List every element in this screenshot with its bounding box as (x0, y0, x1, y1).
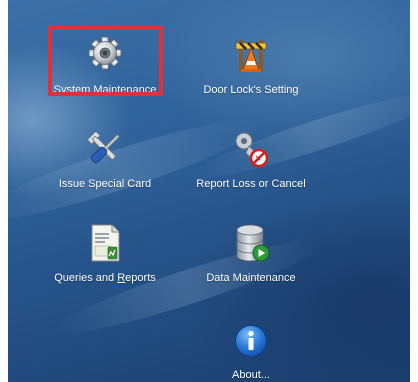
wrench-screwdriver-icon (84, 128, 126, 170)
data-maintenance-button[interactable]: Data Maintenance (186, 216, 316, 292)
queries-and-reports-label-start: Queries and (54, 272, 118, 284)
data-maintenance-label: Data Maintenance (206, 272, 296, 284)
queries-and-reports-label-end: eports (125, 272, 156, 284)
queries-and-reports-button[interactable]: Queries and Reports (40, 216, 170, 292)
about-label: About... (232, 369, 270, 381)
issue-special-card-button[interactable]: Issue Special Card (40, 122, 170, 198)
queries-and-reports-accelerator: R (117, 272, 126, 284)
key-prohibited-icon (230, 128, 272, 170)
about-button[interactable]: About... (186, 310, 316, 382)
door-locks-setting-button[interactable]: Door Lock's Setting (186, 28, 316, 104)
system-maintenance-button[interactable]: System Maintenance (40, 28, 170, 104)
queries-and-reports-label: Queries and Reports (40, 272, 170, 284)
report-loss-or-cancel-label: Report Loss or Cancel (196, 178, 306, 190)
report-document-icon (84, 222, 126, 264)
window-frame: System Maintenance Door Lock's Setting I… (0, 0, 418, 382)
gear-icon (84, 34, 126, 76)
traffic-cone-barrier-icon (230, 34, 272, 76)
main-menu-panel: System Maintenance Door Lock's Setting I… (8, 0, 410, 382)
system-maintenance-label: System Maintenance (53, 84, 157, 96)
database-play-icon (230, 222, 272, 264)
door-locks-setting-label: Door Lock's Setting (203, 84, 299, 96)
issue-special-card-label: Issue Special Card (58, 178, 152, 190)
info-icon (234, 324, 268, 358)
report-loss-or-cancel-button[interactable]: Report Loss or Cancel (186, 122, 316, 198)
